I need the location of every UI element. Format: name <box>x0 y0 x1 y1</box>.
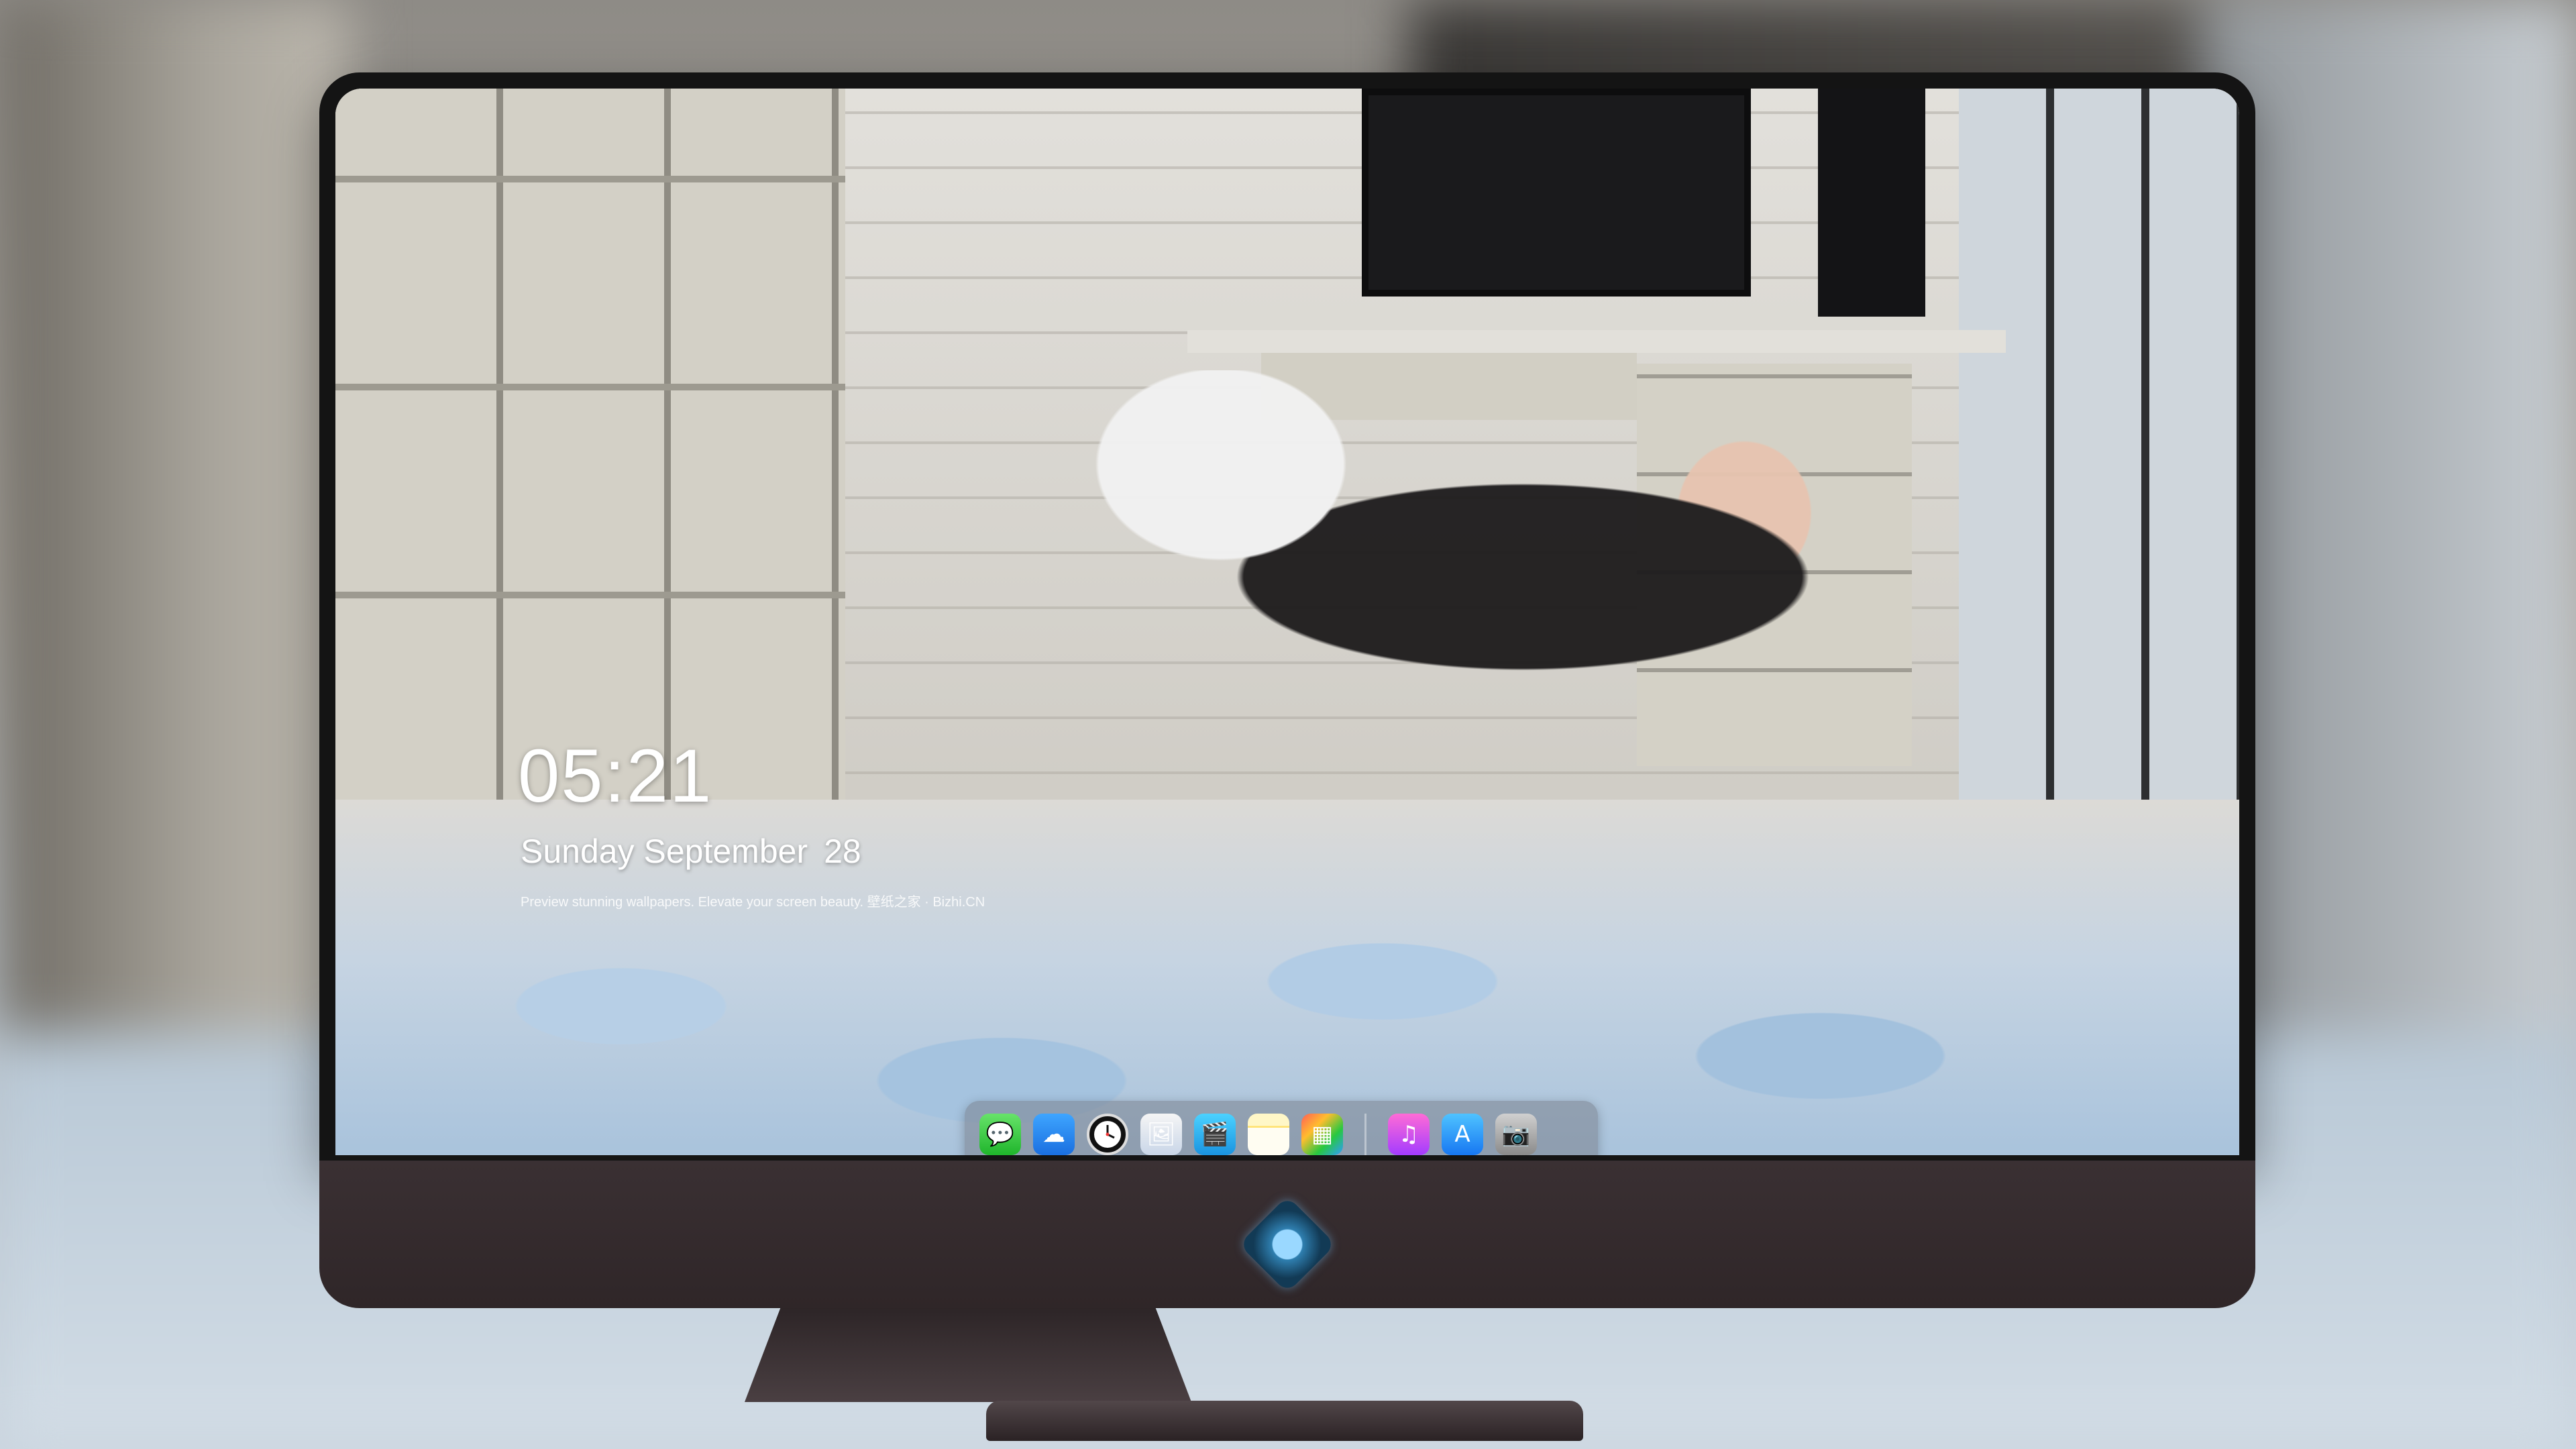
monitor-chin <box>319 1161 2255 1308</box>
wallpaper-locker-rows <box>335 89 845 800</box>
lockscreen-date: Sunday September 28 <box>521 832 861 871</box>
wallpaper-tv <box>1362 89 1751 297</box>
monitor-screen: 05:21 Sunday September 28 Preview stunnin… <box>335 89 2239 1155</box>
monitor-bezel: 05:21 Sunday September 28 Preview stunnin… <box>319 72 2255 1161</box>
clips-icon[interactable]: 🎬 <box>1194 1114 1236 1155</box>
camera-icon[interactable]: 📷 <box>1495 1114 1537 1155</box>
preview-icon[interactable]: 🖼 <box>1140 1114 1182 1155</box>
weather-icon[interactable]: ☁ <box>1033 1114 1075 1155</box>
lockscreen-weekday: Sunday <box>521 833 635 870</box>
wallpaper <box>335 89 2239 1155</box>
notes-icon[interactable] <box>1248 1114 1289 1155</box>
background-window <box>2200 0 2576 1140</box>
monitor-stand-base <box>986 1401 1583 1441</box>
music-icon[interactable]: ♫ <box>1388 1114 1430 1155</box>
imac-monitor: 05:21 Sunday September 28 Preview stunnin… <box>319 72 2255 1308</box>
lockscreen-day: 28 <box>824 833 861 870</box>
messages-icon[interactable]: 💬 <box>979 1114 1021 1155</box>
lockscreen-month: September <box>643 833 808 870</box>
wallpaper-caption: Preview stunning wallpapers. Elevate you… <box>521 895 985 910</box>
wallpaper-window <box>1959 89 2239 840</box>
dock-separator <box>1364 1114 1366 1155</box>
wallpaper-pc-tower <box>1818 89 1925 317</box>
wallpaper-desk <box>1187 330 2006 353</box>
wallpaper-model <box>939 370 1945 746</box>
dock: 💬 ☁ 🖼 🎬 ▦ ♫ A 📷 <box>965 1101 1598 1155</box>
monitor-stand-neck <box>745 1308 1191 1402</box>
clock-face <box>1094 1121 1121 1148</box>
photos-icon[interactable]: ▦ <box>1301 1114 1343 1155</box>
lockscreen-time: 05:21 <box>518 734 713 818</box>
background-lockers <box>0 0 349 1073</box>
clock-icon[interactable] <box>1087 1114 1128 1155</box>
brand-logo-icon <box>1238 1195 1336 1293</box>
app-store-icon[interactable]: A <box>1442 1114 1483 1155</box>
